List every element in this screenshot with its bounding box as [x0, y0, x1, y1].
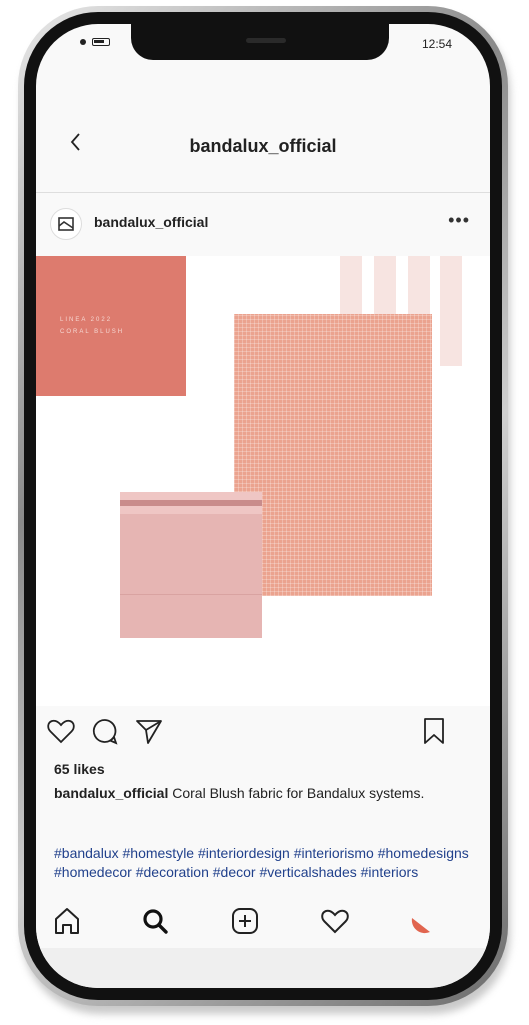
caption: bandalux_official Coral Blush fabric for…: [54, 784, 460, 802]
home-indicator-area: [36, 948, 490, 988]
activity-icon[interactable]: [318, 904, 352, 938]
page-title: bandalux_official: [189, 136, 337, 156]
bookmark-icon[interactable]: [419, 716, 449, 746]
home-icon[interactable]: [50, 904, 84, 938]
status-left: [80, 38, 110, 46]
post-header: bandalux_official •••: [36, 206, 490, 244]
avatar[interactable]: [50, 208, 82, 240]
hashtags[interactable]: #bandalux #homestyle #interiordesign #in…: [54, 844, 470, 882]
pink-box-seam: [120, 594, 262, 595]
likes-count[interactable]: 65 likes: [54, 761, 105, 777]
fabric-swatch: [234, 314, 432, 596]
share-icon[interactable]: [134, 716, 164, 746]
post-image: LINEA 2022 CORAL BLUSH: [36, 256, 490, 706]
post-actions: [36, 716, 490, 750]
comment-icon[interactable]: [90, 716, 120, 746]
status-time: 12:54: [421, 37, 452, 51]
header: bandalux_official: [36, 124, 490, 174]
pink-box-rim-shadow: [120, 500, 262, 506]
pink-box: [120, 492, 262, 638]
camera-dot-icon: [80, 39, 86, 45]
coral-card: LINEA 2022 CORAL BLUSH: [36, 256, 186, 396]
caption-text: Coral Blush fabric for Bandalux systems.: [168, 785, 425, 801]
heart-icon[interactable]: [46, 716, 76, 746]
image-text-line1: LINEA 2022: [60, 317, 113, 323]
caption-username[interactable]: bandalux_official: [54, 785, 168, 801]
profile-icon[interactable]: [404, 904, 438, 938]
phone-bezel: 12:54 bandalux_official bandalux_officia…: [24, 12, 502, 1000]
more-icon[interactable]: •••: [448, 210, 470, 231]
add-icon[interactable]: [228, 904, 262, 938]
logo-icon: [58, 217, 74, 231]
post-username[interactable]: bandalux_official: [94, 214, 208, 230]
screen: 12:54 bandalux_official bandalux_officia…: [36, 24, 490, 988]
image-text-line2: CORAL BLUSH: [60, 329, 125, 335]
header-divider: [36, 192, 490, 193]
speaker: [246, 38, 286, 43]
stripe: [440, 256, 462, 366]
phone-frame: 12:54 bandalux_official bandalux_officia…: [18, 6, 508, 1006]
battery-icon: [92, 38, 110, 46]
notch: [131, 24, 389, 60]
search-icon[interactable]: [138, 904, 172, 938]
